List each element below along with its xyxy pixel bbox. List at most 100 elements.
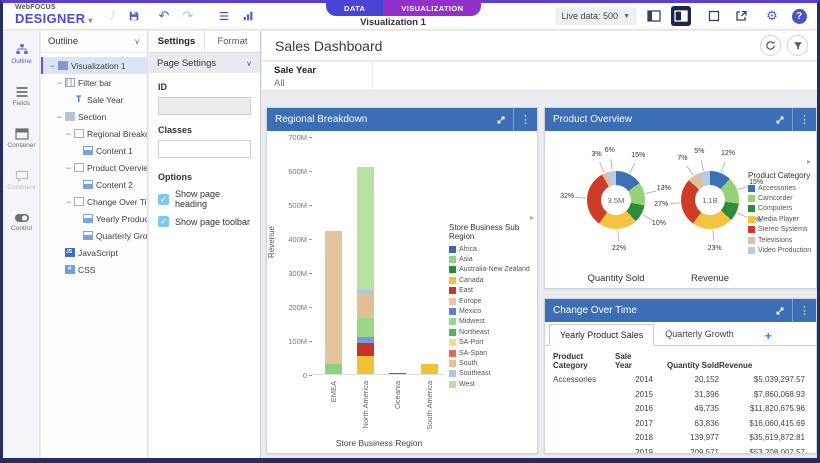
product-category-legend: Product Category AccessoriesCamcorderCom… bbox=[748, 171, 814, 256]
layout-right-panel-button[interactable] bbox=[671, 6, 691, 26]
bar-segment-australia-new-zealand[interactable] bbox=[389, 373, 406, 374]
mode-switcher: DATA VISUALIZATION bbox=[326, 0, 481, 16]
bar-segment-sa-port[interactable] bbox=[421, 364, 438, 374]
x-tick-label: North America bbox=[361, 381, 370, 429]
stacked-bar-north-america[interactable] bbox=[357, 167, 374, 374]
page-settings-section[interactable]: Page Settings ∨ bbox=[149, 53, 260, 73]
canvas-tab-title[interactable]: Visualization 1 bbox=[318, 17, 468, 28]
expand-button[interactable] bbox=[768, 108, 792, 131]
app-logo[interactable]: WebFOCUS DESIGNER▾ bbox=[15, 4, 93, 26]
collapse-chevron-icon[interactable]: ∨ bbox=[134, 37, 140, 46]
outline-tree-item[interactable]: Quarterly Growth bbox=[41, 227, 147, 244]
x-tick-label: Oceania bbox=[393, 381, 402, 409]
dashboard-canvas: Sales Dashboard Sale Year All Regional B… bbox=[262, 31, 817, 458]
legend-scroll-icon[interactable]: ▸ bbox=[530, 213, 534, 222]
checkbox-icon[interactable]: ✓ bbox=[158, 216, 169, 227]
brand-caret-icon[interactable]: ▾ bbox=[88, 16, 92, 25]
add-tab-button[interactable]: + bbox=[759, 327, 778, 345]
legend-swatch bbox=[748, 237, 755, 244]
tab-visualization[interactable]: VISUALIZATION bbox=[383, 0, 481, 16]
tab-data[interactable]: DATA bbox=[326, 0, 383, 16]
tab-yearly-product-sales[interactable]: Yearly Product Sales bbox=[549, 324, 654, 346]
slice-percent-label: 32% bbox=[556, 193, 578, 200]
menu-button[interactable]: ⋮ bbox=[513, 108, 537, 131]
filter-sale-year[interactable]: Sale Year All bbox=[274, 65, 316, 89]
rail-item-container[interactable]: Container bbox=[3, 119, 40, 157]
bar-segment-midwest[interactable] bbox=[357, 318, 374, 337]
stacked-bar-oceania[interactable] bbox=[389, 373, 406, 374]
option-checkbox-row[interactable]: ✓Show page heading bbox=[158, 189, 251, 209]
expander-icon[interactable]: − bbox=[48, 61, 57, 71]
data-grid-button[interactable] bbox=[215, 8, 233, 24]
legend-swatch bbox=[449, 277, 456, 284]
outline-tree-item[interactable]: JavaScript bbox=[41, 244, 147, 261]
legend-scroll-icon[interactable]: ▸ bbox=[807, 157, 811, 166]
layout-left-panel-button[interactable] bbox=[644, 6, 664, 26]
bar-segment-canada[interactable] bbox=[357, 356, 374, 374]
help-button[interactable]: ? bbox=[789, 6, 809, 26]
legend-item: West bbox=[449, 379, 535, 389]
bar-segment-east[interactable] bbox=[357, 343, 374, 356]
filter-button[interactable] bbox=[787, 35, 808, 56]
outline-tree-item[interactable]: −Visualization 1 bbox=[41, 57, 147, 74]
bar-segment-west[interactable] bbox=[357, 167, 374, 291]
rail-item-comment[interactable]: Comment bbox=[3, 161, 40, 199]
tab-format[interactable]: Format bbox=[204, 31, 260, 52]
funnel-icon bbox=[793, 41, 803, 51]
bar-segment-south[interactable] bbox=[357, 293, 374, 318]
x-tick-label: South America bbox=[425, 381, 434, 430]
panel-header[interactable]: Product Overview ⋮ bbox=[545, 108, 816, 131]
stacked-bar-emea[interactable] bbox=[325, 231, 342, 374]
rail-item-control[interactable]: Control bbox=[3, 203, 40, 241]
expander-icon[interactable]: − bbox=[55, 112, 64, 122]
chart-view-button[interactable] bbox=[239, 8, 257, 24]
outline-tree-item[interactable]: Content 2 bbox=[41, 176, 147, 193]
save-button[interactable] bbox=[125, 8, 143, 24]
tree-item-label: Quarterly Growth bbox=[96, 231, 147, 241]
legend-item: Australia-New Zealand bbox=[449, 265, 535, 275]
outline-tree-item[interactable]: −Section bbox=[41, 108, 147, 125]
outline-tree-item[interactable]: −Product Overview bbox=[41, 159, 147, 176]
expand-button[interactable] bbox=[768, 299, 792, 322]
tab-settings[interactable]: Settings bbox=[149, 31, 204, 52]
outline-tree-item[interactable]: Yearly Product Sales bbox=[41, 210, 147, 227]
outline-tree-item[interactable]: Sale Year bbox=[41, 91, 147, 108]
bar-segment-europe[interactable] bbox=[325, 231, 342, 365]
rail-item-fields[interactable]: Fields bbox=[3, 77, 40, 115]
preview-button[interactable] bbox=[704, 6, 724, 26]
expand-button[interactable] bbox=[489, 108, 513, 131]
option-checkbox-row[interactable]: ✓Show page toolbar bbox=[158, 216, 251, 227]
expander-icon[interactable]: − bbox=[64, 129, 73, 139]
panel-header[interactable]: Regional Breakdown ⋮ bbox=[267, 108, 537, 131]
outline-tree-item[interactable]: − Change Over Time bbox=[41, 193, 147, 210]
undo-button[interactable]: ↶ bbox=[155, 8, 173, 24]
y-tick-label: 100M bbox=[273, 337, 307, 346]
panel-header[interactable]: Change Over Time ⋮ bbox=[545, 299, 816, 322]
expander-icon[interactable]: − bbox=[55, 78, 64, 88]
checkbox-icon[interactable]: ✓ bbox=[158, 194, 169, 205]
outline-tree-item[interactable]: −Regional Breakdown bbox=[41, 125, 147, 142]
outline-tree-item[interactable]: Content 1 bbox=[41, 142, 147, 159]
filter-value[interactable]: All bbox=[274, 78, 316, 89]
tree-item-label: Change Over Time bbox=[87, 197, 147, 207]
settings-button[interactable]: ⚙ bbox=[762, 6, 782, 26]
outline-title: Outline bbox=[48, 36, 78, 47]
table-cell: 46,735 bbox=[653, 402, 719, 417]
bar-segment-africa[interactable] bbox=[325, 364, 342, 374]
open-new-window-button[interactable] bbox=[731, 6, 751, 26]
classes-field[interactable] bbox=[158, 140, 251, 158]
menu-button[interactable]: ⋮ bbox=[792, 299, 816, 322]
expander-icon[interactable]: − bbox=[64, 163, 73, 173]
refresh-button[interactable] bbox=[760, 35, 781, 56]
plus-icon: + bbox=[765, 329, 772, 343]
stacked-bar-south-america[interactable] bbox=[421, 364, 438, 374]
rail-item-outline[interactable]: Outline bbox=[3, 35, 40, 73]
menu-button[interactable]: ⋮ bbox=[792, 108, 816, 131]
slice-percent-label: 27% bbox=[650, 201, 672, 208]
expander-icon[interactable]: − bbox=[64, 197, 73, 207]
outline-tree-item[interactable]: −Filter bar bbox=[41, 74, 147, 91]
outline-tree-item[interactable]: CSS bbox=[41, 261, 147, 278]
redo-button[interactable]: ↷ bbox=[179, 8, 197, 24]
live-data-dropdown[interactable]: Live data: 500▼ bbox=[555, 7, 637, 25]
tab-quarterly-growth[interactable]: Quarterly Growth bbox=[654, 323, 745, 345]
